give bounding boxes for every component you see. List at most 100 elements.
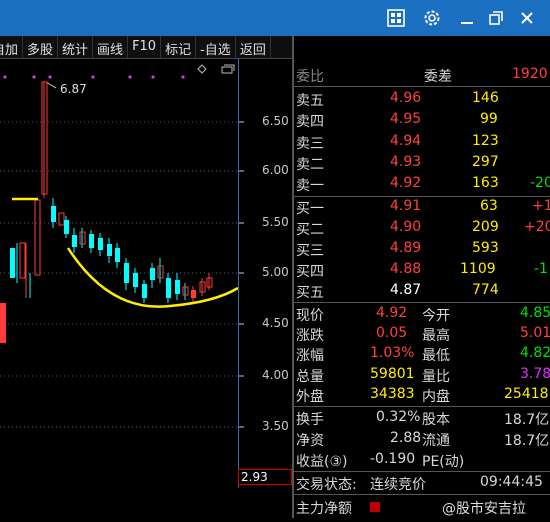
buy-3-row[interactable]: 买三 4.89 593 (294, 240, 550, 259)
buy-5-volume: 774 (472, 282, 499, 298)
low-price-value: 4.82 (520, 345, 550, 361)
toolbar-button-draw[interactable]: 画线 (93, 36, 129, 58)
kline-chart-canvas: 6.87 (0, 64, 244, 428)
change-pct-value: 1.03% (370, 345, 415, 361)
order-ratio-row: 委比 委差 1920 (294, 66, 550, 85)
sell-2-label: 卖二 (296, 157, 324, 173)
inner-volume-value: 25418 (504, 386, 549, 402)
open-price-value: 4.85 (520, 305, 550, 321)
outer-volume-value: 34383 (370, 386, 415, 402)
gear-icon[interactable] (420, 6, 444, 30)
sell-3-row[interactable]: 卖三 4.94 123 (294, 133, 550, 152)
buy-2-volume: 209 (472, 219, 499, 235)
restore-icon[interactable] (484, 6, 508, 30)
flow-bar-icon (370, 502, 380, 512)
order-ratio-label: 委比 (296, 69, 324, 85)
buy-5-label: 买五 (296, 285, 324, 301)
sell-1-row[interactable]: 卖一 4.92 163 -20 (294, 175, 550, 194)
y-axis-line (238, 58, 239, 488)
sell-3-price: 4.94 (390, 133, 422, 149)
fin-row-nav: 净资 2.88 流通 18.7亿 (294, 430, 550, 449)
buy-3-label: 买三 (296, 243, 324, 259)
toolbar-button-f10[interactable]: F10 (128, 36, 162, 58)
y-tick-label: 4.00 (262, 368, 289, 382)
buy-2-price: 4.90 (390, 219, 422, 235)
trade-status-row: 交易状态: 连续竞价 09:44:45 (294, 474, 550, 493)
grid-icon[interactable] (384, 6, 408, 30)
main-flow-label: 主力净额 (296, 501, 352, 517)
buy-1-label: 买一 (296, 201, 324, 217)
minimize-icon[interactable] (455, 6, 479, 30)
stat-label: 涨幅 (296, 348, 324, 364)
y-tick-label: 5.50 (262, 215, 289, 229)
watermark-text: @股市安吉拉 (442, 501, 526, 517)
y-tick-label: 4.50 (262, 316, 289, 330)
close-icon[interactable] (515, 6, 539, 30)
buy-1-change: +1 (532, 198, 550, 214)
sell-2-price: 4.93 (390, 154, 422, 170)
y-tick-label: 5.00 (262, 265, 289, 279)
high-price-value: 5.01 (520, 325, 550, 341)
peak-price-label: 6.87 (60, 82, 87, 96)
sell-1-price: 4.92 (390, 175, 422, 191)
toolbar-button-stats[interactable]: 统计 (58, 36, 94, 58)
stat-row-pct: 涨幅 1.03% 最低 4.82 (294, 345, 550, 364)
buy-4-row[interactable]: 买四 4.88 1109 -1 (294, 261, 550, 280)
quote-panel: 委比 委差 1920 卖五 4.96 146 卖四 4.95 99 卖三 4.9… (294, 58, 550, 518)
sell-3-volume: 123 (472, 133, 499, 149)
chart-toolbar: 自加 多股 统计 画线 F10 标记 -自选 返回 (0, 36, 292, 59)
buy-1-row[interactable]: 买一 4.91 63 +1 (294, 198, 550, 217)
sell-5-row[interactable]: 卖五 4.96 146 (294, 90, 550, 109)
float-shares-value: 18.7亿 (504, 433, 550, 449)
buy-4-label: 买四 (296, 264, 324, 280)
total-volume-value: 59801 (370, 366, 415, 382)
eps-value: -0.190 (370, 451, 416, 467)
toolbar-button-remove-watchlist[interactable]: -自选 (196, 36, 236, 58)
toolbar-button-multi-stock[interactable]: 多股 (23, 36, 59, 58)
stat-label: 收益(③) (296, 454, 348, 470)
sell-4-row[interactable]: 卖四 4.95 99 (294, 111, 550, 130)
order-diff-value: 1920 (512, 66, 548, 82)
buy-2-row[interactable]: 买二 4.90 209 +20 (294, 219, 550, 238)
kline-chart[interactable]: 6.87 (0, 58, 292, 518)
stat-row-volume: 总量 59801 量比 3.78 (294, 366, 550, 385)
buy-4-volume: 1109 (460, 261, 496, 277)
stat-row-outer: 外盘 34383 内盘 25418 (294, 386, 550, 405)
trade-status-label: 交易状态: (296, 477, 357, 493)
stat-label: 总量 (296, 369, 324, 385)
buy-3-volume: 593 (472, 240, 499, 256)
stat-row-price: 现价 4.92 今开 4.85 (294, 305, 550, 324)
stat-label: 最低 (422, 348, 450, 364)
stat-label: 股本 (422, 412, 450, 428)
stat-label: 今开 (422, 308, 450, 324)
stat-label: 内盘 (422, 389, 450, 405)
total-shares-value: 18.7亿 (504, 412, 550, 428)
y-tick-label: 6.50 (262, 114, 289, 128)
sell-4-price: 4.95 (390, 111, 422, 127)
sell-5-price: 4.96 (390, 90, 422, 106)
stat-label: 流通 (422, 433, 450, 449)
current-price-value: 4.92 (376, 305, 408, 321)
buy-2-label: 买二 (296, 222, 324, 238)
toolbar-button-mark[interactable]: 标记 (161, 36, 197, 58)
turnover-value: 0.32% (376, 409, 421, 425)
sell-2-row[interactable]: 卖二 4.93 297 (294, 154, 550, 173)
toolbar-button-add[interactable]: 自加 (0, 36, 24, 58)
y-tick-label: 3.50 (262, 419, 289, 433)
stat-label: 量比 (422, 369, 450, 385)
title-bar (0, 0, 550, 36)
buy-1-price: 4.91 (390, 198, 422, 214)
buy-5-row[interactable]: 买五 4.87 774 (294, 282, 550, 301)
toolbar-button-back[interactable]: 返回 (236, 36, 271, 58)
sell-4-label: 卖四 (296, 114, 324, 130)
change-value: 0.05 (376, 325, 408, 341)
buy-3-price: 4.89 (390, 240, 422, 256)
buy-1-volume: 63 (480, 198, 498, 214)
volume-ratio-value: 3.78 (520, 366, 550, 382)
order-diff-label: 委差 (424, 69, 452, 85)
net-assets-value: 2.88 (390, 430, 422, 446)
buy-5-price: 4.87 (390, 282, 422, 298)
main-flow-row: 主力净额 @股市安吉拉 (294, 498, 550, 517)
sell-5-label: 卖五 (296, 93, 324, 109)
sell-2-volume: 297 (472, 154, 499, 170)
